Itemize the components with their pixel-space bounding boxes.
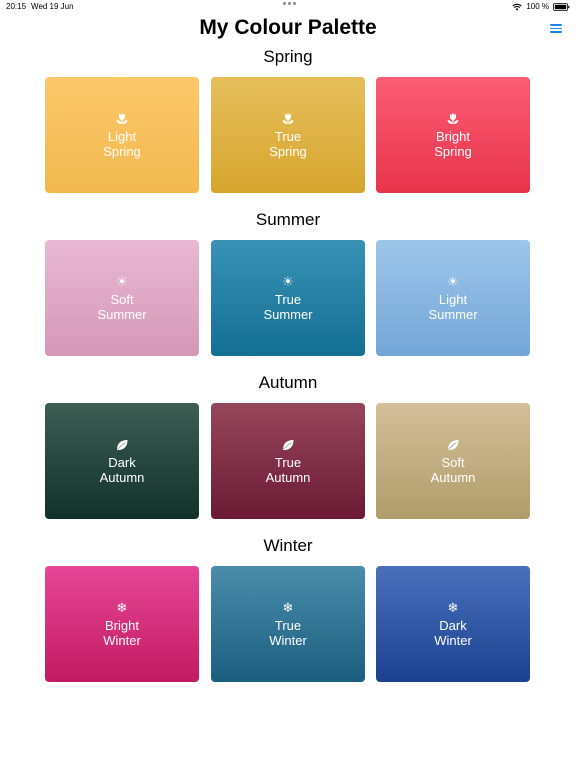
palette-card-label: Soft Summer [97,292,147,322]
palette-card-bright-winter[interactable]: ❄ Bright Winter [45,566,199,682]
snowflake-icon: ❄ [447,600,459,615]
palette-card-light-summer[interactable]: ☀ Light Summer [376,240,530,356]
palette-card-true-autumn[interactable]: True Autumn [211,403,365,519]
leaf-icon [281,437,295,453]
sun-icon: ☀ [447,274,459,289]
palette-card-bright-spring[interactable]: Bright Spring [376,77,530,193]
snowflake-icon: ❄ [282,600,294,615]
tulip-icon [281,111,295,127]
palette-card-soft-autumn[interactable]: Soft Autumn [376,403,530,519]
status-bar: 20:15 Wed 19 Jun 100 % [0,0,576,14]
snowflake-icon: ❄ [116,600,128,615]
section-title-winter: Winter [263,536,313,555]
palette-card-label: True Summer [263,292,313,322]
palette-card-label: Bright Spring [434,129,472,159]
palette-card-soft-summer[interactable]: ☀ Soft Summer [45,240,199,356]
palette-card-true-winter[interactable]: ❄ True Winter [211,566,365,682]
palette-card-label: Light Spring [103,129,141,159]
palette-card-light-spring[interactable]: Light Spring [45,77,199,193]
palette-card-dark-autumn[interactable]: Dark Autumn [45,403,199,519]
section-title-spring: Spring [263,47,313,66]
tulip-icon [446,111,460,127]
palette-card-true-spring[interactable]: True Spring [211,77,365,193]
palette-card-label: Light Summer [428,292,478,322]
status-left: 20:15 Wed 19 Jun [6,2,79,11]
battery-percent: 100 % [526,2,549,11]
tulip-icon [115,111,129,127]
palette-card-label: Soft Autumn [430,455,476,485]
section-title-summer: Summer [255,210,321,229]
palette-card-label: Bright Winter [103,618,141,648]
palette-card-label: True Winter [269,618,307,648]
section-title-autumn: Autumn [258,373,318,392]
palette-card-label: True Spring [269,129,307,159]
wifi-icon [512,3,522,11]
palette-card-label: Dark Autumn [99,455,145,485]
multitasking-dots-icon[interactable] [283,2,296,5]
status-right: 100 % [512,2,570,11]
palette-card-label: Dark Winter [434,618,472,648]
status-time: 20:15 [6,2,27,11]
status-date: Wed 19 Jun [31,2,74,11]
page-title: My Colour Palette [199,16,377,39]
leaf-icon [115,437,129,453]
sun-icon: ☀ [116,274,128,289]
palette-card-dark-winter[interactable]: ❄ Dark Winter [376,566,530,682]
palette-card-label: True Autumn [265,455,311,485]
sun-icon: ☀ [282,274,294,289]
palette-card-true-summer[interactable]: ☀ True Summer [211,240,365,356]
leaf-icon [446,437,460,453]
battery-icon [553,2,570,11]
